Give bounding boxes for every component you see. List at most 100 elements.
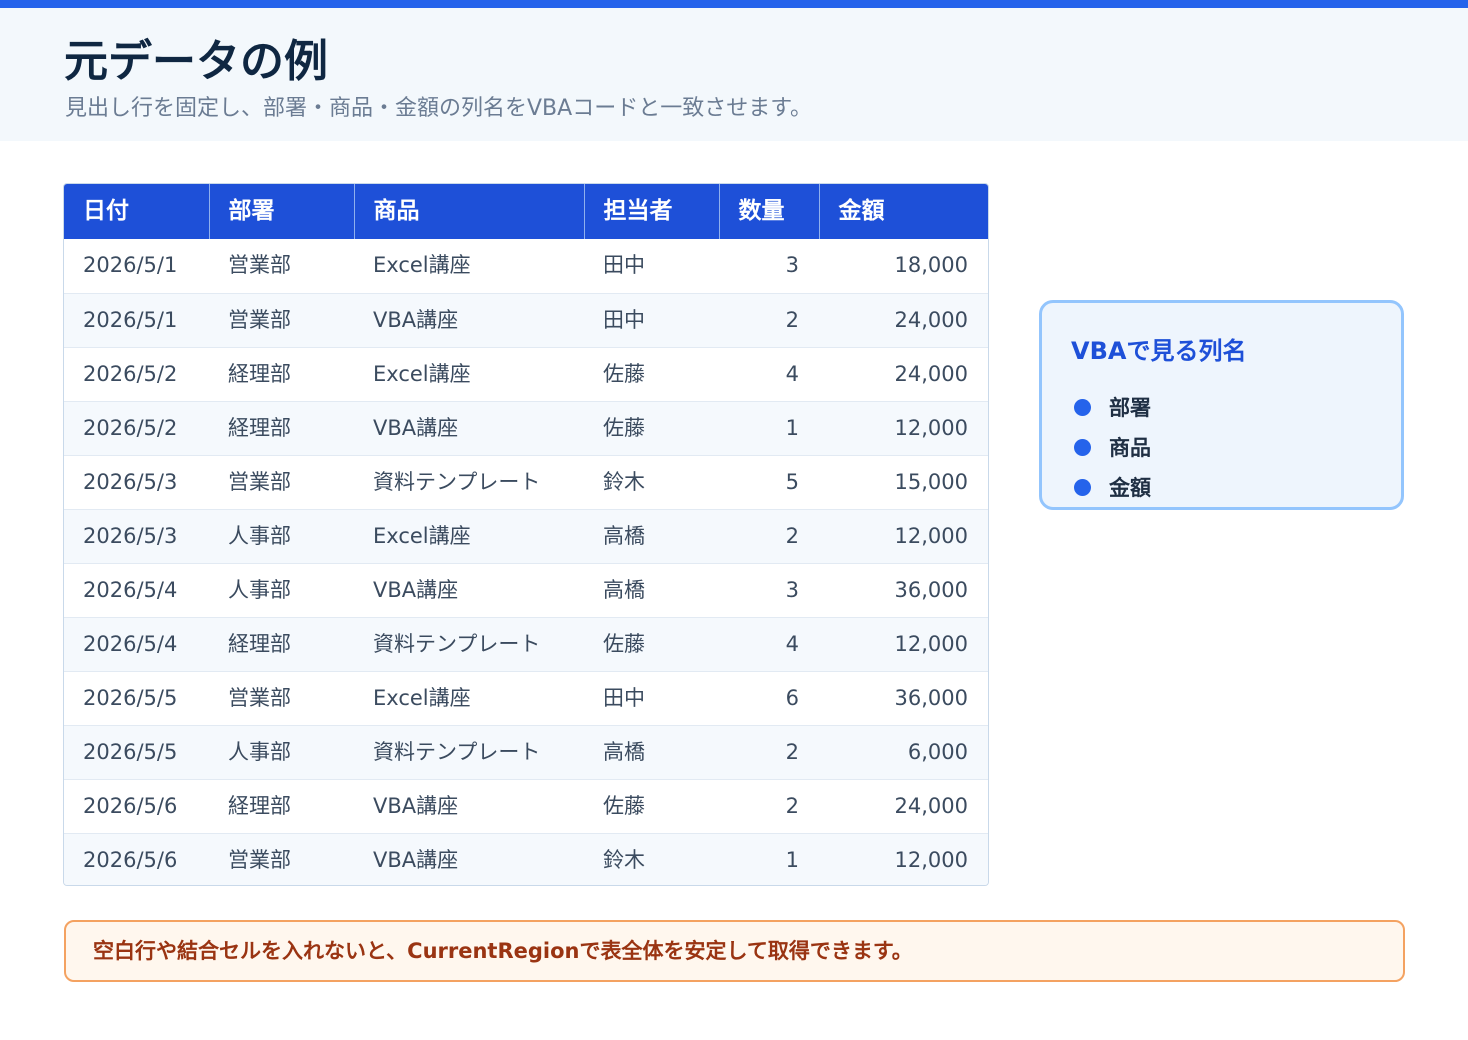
page-header: 元データの例 見出し行を固定し、部署・商品・金額の列名をVBAコードと一致させま… xyxy=(0,8,1468,141)
table-row[interactable]: 2026/5/2 経理部 VBA講座 佐藤 1 12,000 xyxy=(64,401,988,456)
cell-date: 2026/5/4 xyxy=(64,617,209,672)
cell-product: VBA講座 xyxy=(354,833,584,885)
cell-amount: 12,000 xyxy=(819,401,988,456)
cell-quantity: 2 xyxy=(719,293,819,348)
cell-person: 鈴木 xyxy=(584,833,719,885)
cell-date: 2026/5/5 xyxy=(64,725,209,780)
cell-person: 高橋 xyxy=(584,725,719,780)
cell-quantity: 3 xyxy=(719,239,819,294)
column-names-card-title: VBAで見る列名 xyxy=(1071,337,1247,365)
data-table: 日付 部署 商品 担当者 数量 金額 2026/5/1 営業部 Excel講座 田中 3… xyxy=(64,184,988,885)
cell-amount: 36,000 xyxy=(819,563,988,618)
cell-department: 人事部 xyxy=(209,509,354,564)
cell-product: 資料テンプレート xyxy=(354,725,584,780)
page-title: 元データの例 xyxy=(64,36,328,87)
column-header-department[interactable]: 部署 xyxy=(208,184,354,239)
data-table-container: 日付 部署 商品 担当者 数量 金額 2026/5/1 営業部 Excel講座 田中 3… xyxy=(63,183,989,886)
cell-person: 佐藤 xyxy=(584,401,719,456)
cell-department: 営業部 xyxy=(209,239,354,294)
table-row[interactable]: 2026/5/3 営業部 資料テンプレート 鈴木 5 15,000 xyxy=(64,455,988,510)
table-row[interactable]: 2026/5/5 人事部 資料テンプレート 高橋 2 6,000 xyxy=(64,725,988,780)
cell-date: 2026/5/6 xyxy=(64,779,209,834)
table-row[interactable]: 2026/5/6 営業部 VBA講座 鈴木 1 12,000 xyxy=(64,833,988,885)
list-item: 金額 xyxy=(1074,467,1151,507)
tip-note-text: 空白行や結合セルを入れないと、CurrentRegionで表全体を安定して取得で… xyxy=(93,939,913,963)
column-header-date[interactable]: 日付 xyxy=(64,184,209,239)
cell-product: Excel講座 xyxy=(354,671,584,726)
cell-department: 経理部 xyxy=(209,617,354,672)
cell-department: 営業部 xyxy=(209,833,354,885)
page-subtitle: 見出し行を固定し、部署・商品・金額の列名をVBAコードと一致させます。 xyxy=(65,96,812,121)
bullet-dot-icon xyxy=(1074,478,1091,496)
cell-department: 人事部 xyxy=(209,725,354,780)
bullet-dot-icon xyxy=(1074,438,1091,456)
cell-quantity: 6 xyxy=(719,671,819,726)
table-row[interactable]: 2026/5/1 営業部 Excel講座 田中 3 18,000 xyxy=(64,239,988,294)
table-row[interactable]: 2026/5/4 経理部 資料テンプレート 佐藤 4 12,000 xyxy=(64,617,988,672)
table-row[interactable]: 2026/5/1 営業部 VBA講座 田中 2 24,000 xyxy=(64,293,988,348)
list-item-label: 部署 xyxy=(1109,396,1151,420)
cell-product: Excel講座 xyxy=(354,239,584,294)
column-names-card: VBAで見る列名 部署 商品 金額 xyxy=(1039,300,1404,510)
cell-amount: 24,000 xyxy=(819,293,988,348)
cell-quantity: 4 xyxy=(719,617,819,672)
cell-quantity: 2 xyxy=(719,725,819,780)
table-header-row: 日付 部署 商品 担当者 数量 金額 xyxy=(64,184,988,239)
cell-person: 佐藤 xyxy=(584,347,719,402)
cell-department: 経理部 xyxy=(209,347,354,402)
cell-date: 2026/5/2 xyxy=(64,347,209,402)
cell-date: 2026/5/3 xyxy=(64,509,209,564)
cell-quantity: 5 xyxy=(719,455,819,510)
column-header-quantity[interactable]: 数量 xyxy=(718,184,819,239)
cell-quantity: 2 xyxy=(719,779,819,834)
cell-product: Excel講座 xyxy=(354,347,584,402)
list-item: 商品 xyxy=(1074,427,1151,467)
cell-date: 2026/5/5 xyxy=(64,671,209,726)
cell-quantity: 1 xyxy=(719,833,819,885)
table-row[interactable]: 2026/5/5 営業部 Excel講座 田中 6 36,000 xyxy=(64,671,988,726)
cell-person: 田中 xyxy=(584,239,719,294)
table-row[interactable]: 2026/5/2 経理部 Excel講座 佐藤 4 24,000 xyxy=(64,347,988,402)
list-item-label: 商品 xyxy=(1109,436,1151,460)
cell-product: VBA講座 xyxy=(354,293,584,348)
cell-product: 資料テンプレート xyxy=(354,455,584,510)
cell-person: 田中 xyxy=(584,671,719,726)
cell-date: 2026/5/1 xyxy=(64,293,209,348)
column-names-list: 部署 商品 金額 xyxy=(1074,387,1151,507)
cell-person: 佐藤 xyxy=(584,617,719,672)
cell-person: 高橋 xyxy=(584,509,719,564)
table-row[interactable]: 2026/5/4 人事部 VBA講座 高橋 3 36,000 xyxy=(64,563,988,618)
cell-person: 田中 xyxy=(584,293,719,348)
cell-product: VBA講座 xyxy=(354,779,584,834)
cell-department: 営業部 xyxy=(209,671,354,726)
cell-department: 営業部 xyxy=(209,293,354,348)
cell-amount: 6,000 xyxy=(819,725,988,780)
cell-date: 2026/5/2 xyxy=(64,401,209,456)
column-header-person[interactable]: 担当者 xyxy=(583,184,719,239)
cell-quantity: 3 xyxy=(719,563,819,618)
cell-product: 資料テンプレート xyxy=(354,617,584,672)
column-header-amount[interactable]: 金額 xyxy=(818,184,988,239)
cell-amount: 12,000 xyxy=(819,509,988,564)
table-body: 2026/5/1 営業部 Excel講座 田中 3 18,000 2026/5/1 営業部 VB… xyxy=(64,239,988,885)
cell-department: 経理部 xyxy=(209,401,354,456)
cell-person: 鈴木 xyxy=(584,455,719,510)
cell-date: 2026/5/6 xyxy=(64,833,209,885)
cell-person: 佐藤 xyxy=(584,779,719,834)
cell-date: 2026/5/3 xyxy=(64,455,209,510)
table-row[interactable]: 2026/5/3 人事部 Excel講座 高橋 2 12,000 xyxy=(64,509,988,564)
cell-product: VBA講座 xyxy=(354,401,584,456)
cell-product: Excel講座 xyxy=(354,509,584,564)
cell-product: VBA講座 xyxy=(354,563,584,618)
column-header-product[interactable]: 商品 xyxy=(353,184,584,239)
cell-amount: 12,000 xyxy=(819,833,988,885)
cell-department: 人事部 xyxy=(209,563,354,618)
list-item-label: 金額 xyxy=(1109,476,1151,500)
cell-date: 2026/5/4 xyxy=(64,563,209,618)
cell-department: 営業部 xyxy=(209,455,354,510)
cell-quantity: 4 xyxy=(719,347,819,402)
cell-department: 経理部 xyxy=(209,779,354,834)
bullet-dot-icon xyxy=(1074,398,1091,416)
list-item: 部署 xyxy=(1074,387,1151,427)
table-row[interactable]: 2026/5/6 経理部 VBA講座 佐藤 2 24,000 xyxy=(64,779,988,834)
